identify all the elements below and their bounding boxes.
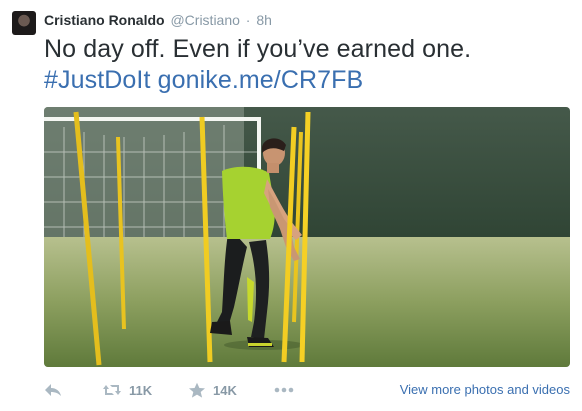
tweet-header: Cristiano Ronaldo @Cristiano · 8h	[44, 11, 272, 29]
tweet-photo[interactable]	[44, 107, 570, 367]
retweet-icon	[102, 382, 122, 398]
author-handle[interactable]: @Cristiano	[170, 12, 239, 28]
tweet-timestamp[interactable]: 8h	[256, 12, 272, 28]
hashtag-link[interactable]: #JustDoIt	[44, 66, 151, 94]
url-link[interactable]: gonike.me/CR7FB	[158, 66, 364, 94]
avatar[interactable]	[12, 11, 36, 35]
author-name[interactable]: Cristiano Ronaldo	[44, 12, 165, 28]
star-icon	[188, 382, 206, 399]
view-more-photos-link[interactable]: View more photos and videos	[400, 382, 570, 397]
tweet-text-body: No day off. Even if you’ve earned one.	[44, 35, 472, 63]
tweet-text: No day off. Even if you’ve earned one. #…	[44, 34, 574, 96]
reply-icon	[44, 382, 62, 398]
favorite-count: 14K	[213, 382, 237, 398]
favorite-button[interactable]: 14K	[188, 379, 237, 401]
reply-button[interactable]	[44, 379, 62, 401]
separator-dot: ·	[245, 12, 251, 28]
tweet-photo-image	[44, 107, 570, 367]
more-button[interactable]	[274, 379, 294, 401]
retweet-button[interactable]: 11K	[102, 379, 152, 401]
retweet-count: 11K	[129, 382, 153, 398]
tweet-card: Cristiano Ronaldo @Cristiano · 8h No day…	[0, 0, 582, 411]
more-icon	[274, 387, 294, 393]
